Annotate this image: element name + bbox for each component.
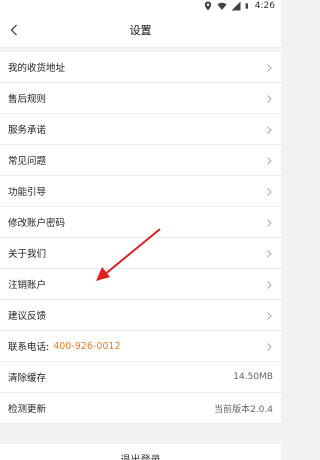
menu-item-label: 我的收货地址 xyxy=(8,63,66,74)
logout-button[interactable]: 退出登录 xyxy=(0,444,281,460)
chevron-right-icon xyxy=(267,250,272,258)
chevron-right-icon xyxy=(267,95,272,103)
chevron-right-icon xyxy=(267,126,272,134)
menu-item-label: 建议反馈 xyxy=(8,311,47,322)
battery-icon xyxy=(245,3,248,9)
current-version: 当前版本2.0.4 xyxy=(214,404,273,415)
top-nav-bar: 设置 xyxy=(0,14,281,48)
menu-item-service[interactable]: 服务承诺 xyxy=(0,114,281,145)
chevron-right-icon xyxy=(267,64,272,72)
contact-phone-label: 联系电话: xyxy=(8,342,50,353)
chevron-right-icon xyxy=(267,343,272,351)
menu-item-label: 常见问题 xyxy=(8,156,47,167)
chevron-right-icon xyxy=(267,219,272,227)
menu-item-guide[interactable]: 功能引导 xyxy=(0,176,281,207)
menu-item-address[interactable]: 我的收货地址 xyxy=(0,52,281,83)
menu-item-label: 注销账户 xyxy=(8,280,47,291)
location-icon xyxy=(204,1,211,11)
menu-item-delete-account[interactable]: 注销账户 xyxy=(0,269,281,300)
menu-item-faq[interactable]: 常见问题 xyxy=(0,145,281,176)
menu-item-about[interactable]: 关于我们 xyxy=(0,238,281,269)
check-update-label: 检测更新 xyxy=(8,404,47,415)
menu-item-check-update[interactable]: 检测更新 当前版本2.0.4 xyxy=(0,393,281,424)
menu-item-clear-cache[interactable]: 清除缓存 14.50MB xyxy=(0,362,281,393)
status-time: 4:26 xyxy=(254,1,275,11)
menu-item-label: 功能引导 xyxy=(8,187,47,198)
chevron-right-icon xyxy=(267,188,272,196)
menu-item-change-password[interactable]: 修改账户密码 xyxy=(0,207,281,238)
wifi-icon xyxy=(217,2,227,10)
menu-item-label: 服务承诺 xyxy=(8,125,47,136)
menu-item-contact-phone[interactable]: 联系电话: 400-926-0012 xyxy=(0,331,281,362)
logout-area: 退出登录 xyxy=(0,440,281,460)
signal-icon xyxy=(231,1,241,11)
chevron-right-icon xyxy=(267,157,272,165)
page-title: 设置 xyxy=(129,24,152,37)
contact-phone-number: 400-926-0012 xyxy=(53,340,121,352)
clear-cache-label: 清除缓存 xyxy=(8,373,47,384)
chevron-right-icon xyxy=(267,281,272,289)
chevron-right-icon xyxy=(267,312,272,320)
menu-item-label: 售后规则 xyxy=(8,94,47,105)
menu-item-label: 关于我们 xyxy=(8,249,47,260)
status-bar: 4:26 xyxy=(0,0,281,14)
menu-item-aftersale[interactable]: 售后规则 xyxy=(0,83,281,114)
status-indicators: 4:26 xyxy=(203,1,275,11)
settings-list: 我的收货地址 售后规则 服务承诺 常见问题 功能引导 修改账户密码 关于我们 注… xyxy=(0,52,281,424)
cache-size: 14.50MB xyxy=(233,372,273,382)
menu-item-feedback[interactable]: 建议反馈 xyxy=(0,300,281,331)
menu-item-label: 修改账户密码 xyxy=(8,218,66,229)
